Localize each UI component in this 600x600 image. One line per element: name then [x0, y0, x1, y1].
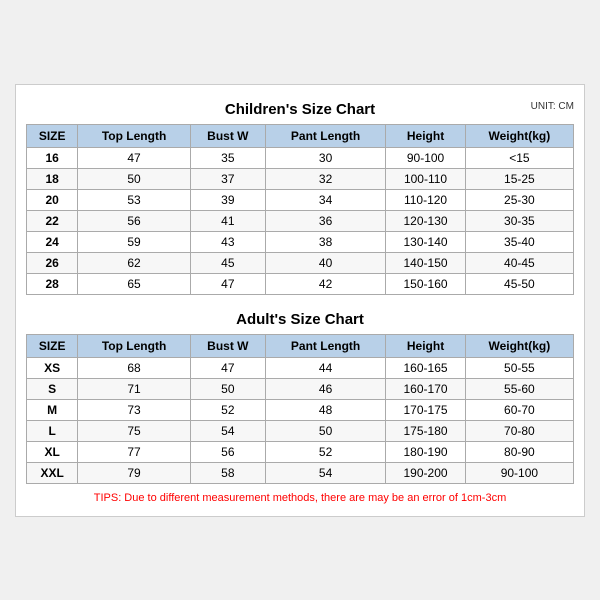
adults-header-row: SIZE Top Length Bust W Pant Length Heigh…: [27, 334, 574, 357]
table-row: M735248170-17560-70: [27, 399, 574, 420]
adults-col-bust-w: Bust W: [190, 334, 265, 357]
table-row: 22564136120-13030-35: [27, 210, 574, 231]
table-row: XXL795854190-20090-100: [27, 462, 574, 483]
children-col-pant-length: Pant Length: [265, 124, 385, 147]
table-row: 24594338130-14035-40: [27, 231, 574, 252]
table-row: 28654742150-16045-50: [27, 273, 574, 294]
children-col-weight: Weight(kg): [465, 124, 573, 147]
unit-label: UNIT: CM: [531, 101, 574, 112]
adults-col-height: Height: [386, 334, 465, 357]
table-row: XS684744160-16550-55: [27, 357, 574, 378]
children-table: SIZE Top Length Bust W Pant Length Heigh…: [26, 124, 574, 295]
children-title: Children's Size Chart UNIT: CM: [26, 95, 574, 120]
adults-col-weight: Weight(kg): [465, 334, 573, 357]
children-col-size: SIZE: [27, 124, 78, 147]
adults-title-text: Adult's Size Chart: [236, 311, 364, 328]
children-col-top-length: Top Length: [78, 124, 191, 147]
table-row: 18503732100-11015-25: [27, 168, 574, 189]
adults-col-pant-length: Pant Length: [265, 334, 385, 357]
children-col-bust-w: Bust W: [190, 124, 265, 147]
children-title-text: Children's Size Chart: [225, 101, 375, 118]
table-row: S715046160-17055-60: [27, 378, 574, 399]
adults-table: SIZE Top Length Bust W Pant Length Heigh…: [26, 334, 574, 484]
children-col-height: Height: [386, 124, 465, 147]
tips-text: TIPS: Due to different measurement metho…: [26, 490, 574, 506]
adults-col-top-length: Top Length: [78, 334, 191, 357]
adults-col-size: SIZE: [27, 334, 78, 357]
table-row: 20533934110-12025-30: [27, 189, 574, 210]
children-header-row: SIZE Top Length Bust W Pant Length Heigh…: [27, 124, 574, 147]
table-row: XL775652180-19080-90: [27, 441, 574, 462]
table-row: 26624540140-15040-45: [27, 252, 574, 273]
chart-container: Children's Size Chart UNIT: CM SIZE Top …: [15, 84, 585, 517]
table-row: L755450175-18070-80: [27, 420, 574, 441]
adults-title: Adult's Size Chart: [26, 305, 574, 330]
table-row: 1647353090-100<15: [27, 147, 574, 168]
